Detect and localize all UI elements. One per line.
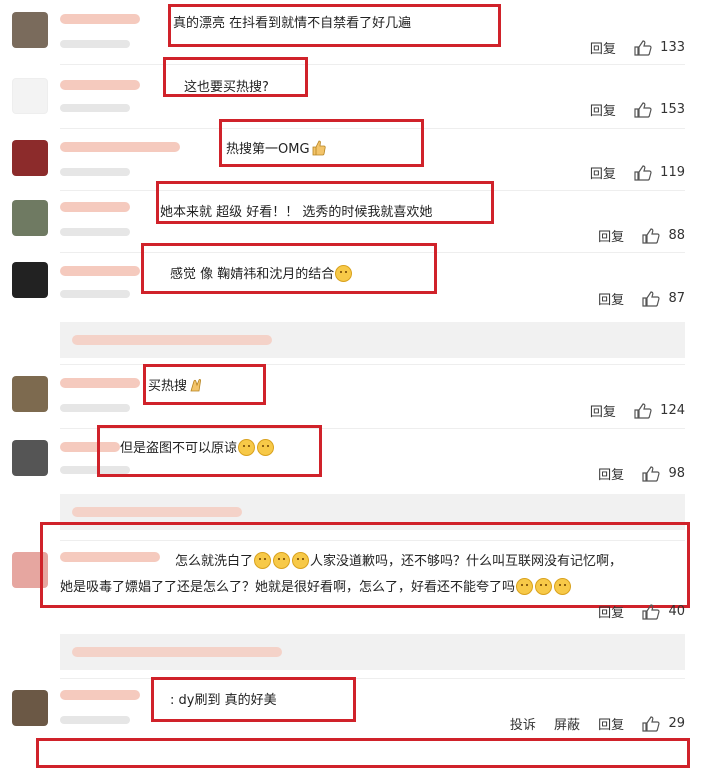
reply-button[interactable]: 回复 <box>590 163 616 182</box>
highlight-box <box>168 4 501 47</box>
comment-actions: 回复 40 <box>598 602 685 621</box>
timestamp-blurred <box>60 40 130 48</box>
highlight-box <box>143 364 266 405</box>
highlight-box <box>36 738 690 768</box>
comment-actions: 回复 98 <box>598 464 685 483</box>
highlight-box <box>219 119 424 167</box>
like-count: 87 <box>668 291 685 306</box>
thumbs-up-icon[interactable] <box>634 101 652 118</box>
thumbs-up-icon[interactable] <box>642 465 660 482</box>
like-count: 40 <box>668 604 685 619</box>
avatar[interactable] <box>12 140 48 176</box>
timestamp-blurred <box>60 228 130 236</box>
thumbs-up-icon[interactable] <box>642 227 660 244</box>
like-count: 88 <box>668 228 685 243</box>
avatar[interactable] <box>12 690 48 726</box>
thumbs-up-icon[interactable] <box>634 39 652 56</box>
username-blurred[interactable] <box>60 80 140 90</box>
sub-comment-blurred <box>72 507 242 517</box>
reply-button[interactable]: 回复 <box>598 464 624 483</box>
like-count: 124 <box>660 403 685 418</box>
thumbs-up-icon[interactable] <box>634 164 652 181</box>
avatar[interactable] <box>12 262 48 298</box>
avatar[interactable] <box>12 12 48 48</box>
thumbs-up-icon[interactable] <box>634 402 652 419</box>
like-count: 98 <box>668 466 685 481</box>
reply-button[interactable]: 回复 <box>598 289 624 308</box>
highlight-box <box>141 243 437 294</box>
username-blurred[interactable] <box>60 690 140 700</box>
comment-actions: 回复 153 <box>590 100 685 119</box>
report-button[interactable]: 投诉 <box>510 714 536 733</box>
like-count: 153 <box>660 102 685 117</box>
comment-actions: 回复 133 <box>590 38 685 57</box>
highlight-box <box>97 425 322 477</box>
thumbs-up-icon[interactable] <box>642 715 660 732</box>
avatar[interactable] <box>12 200 48 236</box>
highlight-box <box>40 522 690 608</box>
like-count: 133 <box>660 40 685 55</box>
thumbs-up-icon[interactable] <box>642 290 660 307</box>
comment-actions: 回复 124 <box>590 401 685 420</box>
username-blurred[interactable] <box>60 202 130 212</box>
highlight-box <box>163 57 308 97</box>
timestamp-blurred <box>60 716 130 724</box>
sub-comment-blurred <box>72 647 282 657</box>
timestamp-blurred <box>60 290 130 298</box>
username-blurred[interactable] <box>60 378 140 388</box>
comment-actions: 回复 119 <box>590 163 685 182</box>
reply-button[interactable]: 回复 <box>590 100 616 119</box>
avatar[interactable] <box>12 376 48 412</box>
timestamp-blurred <box>60 168 130 176</box>
avatar[interactable] <box>12 78 48 114</box>
divider <box>60 64 685 65</box>
highlight-box <box>151 677 356 722</box>
highlight-box <box>156 181 494 224</box>
reply-button[interactable]: 回复 <box>598 714 624 733</box>
comment-actions: 投诉 屏蔽 回复 29 <box>510 714 685 733</box>
block-button[interactable]: 屏蔽 <box>554 714 580 733</box>
username-blurred[interactable] <box>60 266 140 276</box>
like-count: 119 <box>660 165 685 180</box>
comment-actions: 回复 88 <box>598 226 685 245</box>
sub-comment-blurred <box>72 335 272 345</box>
reply-button[interactable]: 回复 <box>590 401 616 420</box>
username-blurred[interactable] <box>60 142 180 152</box>
timestamp-blurred <box>60 404 130 412</box>
thumbs-up-icon[interactable] <box>642 603 660 620</box>
comment-actions: 回复 87 <box>598 289 685 308</box>
like-count: 29 <box>668 716 685 731</box>
username-blurred[interactable] <box>60 14 140 24</box>
timestamp-blurred <box>60 104 130 112</box>
reply-button[interactable]: 回复 <box>598 602 624 621</box>
reply-button[interactable]: 回复 <box>598 226 624 245</box>
avatar[interactable] <box>12 440 48 476</box>
reply-button[interactable]: 回复 <box>590 38 616 57</box>
